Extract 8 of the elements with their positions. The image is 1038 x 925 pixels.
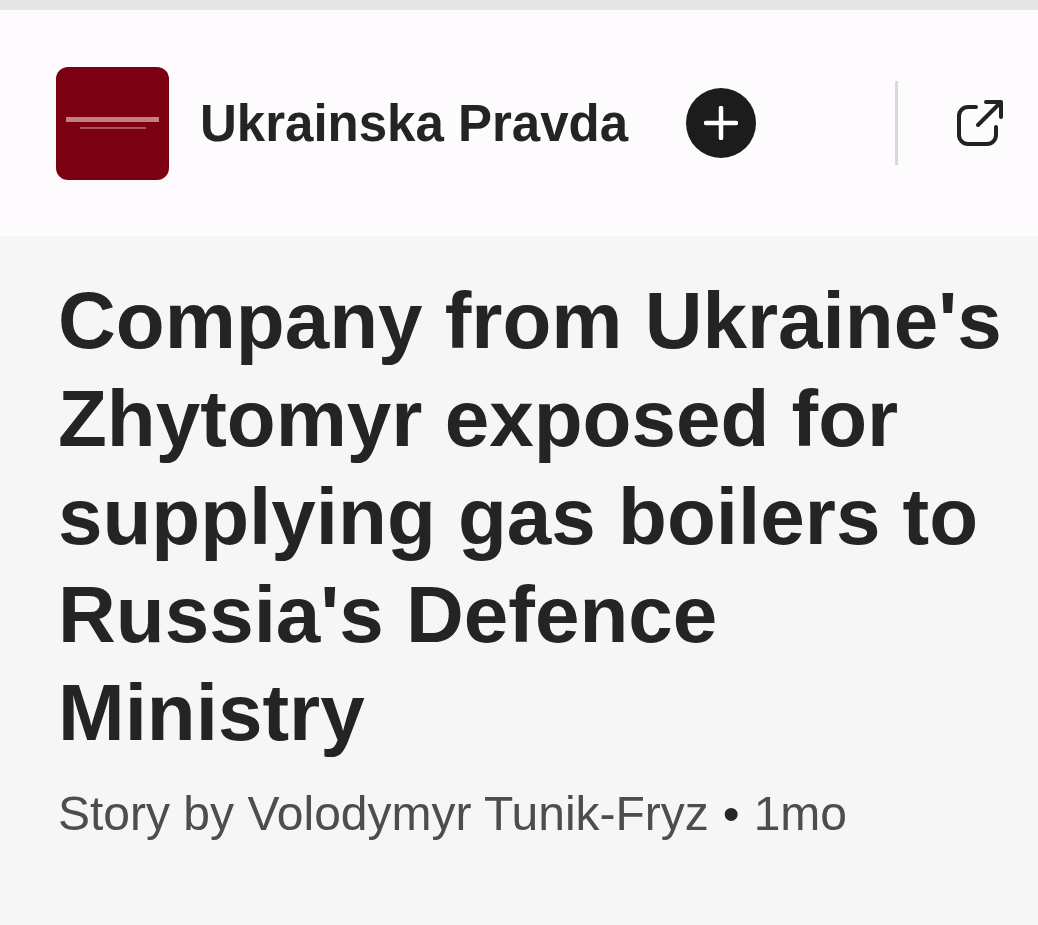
- logo-icon: [56, 66, 169, 180]
- byline: Story by Volodymyr Tunik-Fryz: [58, 786, 709, 842]
- publisher-name[interactable]: Ukrainska Pravda: [200, 93, 629, 153]
- plus-icon: [704, 106, 739, 140]
- external-link-icon[interactable]: [956, 99, 1004, 147]
- separator-dot: •: [722, 786, 740, 842]
- article-age: 1mo: [753, 786, 848, 842]
- article-headline: Company from Ukraine's Zhytomyr exposed for supplying gas boilers to Russia's Defence Ministry: [58, 275, 1003, 759]
